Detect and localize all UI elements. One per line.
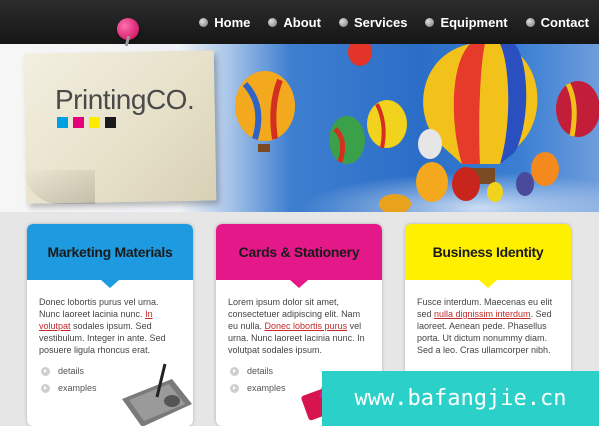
swatch-black [105,117,116,128]
link-label: examples [58,383,97,393]
nav-bullet-icon [425,17,435,27]
cmyk-swatches [57,117,116,128]
card-links: details examples [41,366,97,400]
balloon-small-white [418,129,442,159]
balloon-mid [416,162,448,202]
balloon-large [423,44,538,184]
card-title: Marketing Materials [47,244,173,260]
card-links: details examples [230,366,286,400]
balloon-bottom [379,194,411,212]
balloon-top [348,44,372,66]
watermark-text: www.bafangjie.cn [354,386,567,411]
card-header: Business Identity [405,224,571,288]
link-label: details [247,366,274,376]
card-header: Marketing Materials [27,224,193,288]
balloon-green [329,116,365,164]
nav-label: Contact [540,14,589,30]
examples-link[interactable]: examples [230,383,286,393]
nav-bullet-icon [268,17,278,27]
link-label: examples [247,383,286,393]
card-inline-link[interactable]: nulla dignissim interdum [434,309,531,319]
card-header-pointer [290,280,308,288]
nav-bullet-icon [525,17,535,27]
watermark-banner: www.bafangjie.cn [322,371,599,426]
balloon-left [235,71,295,152]
details-link[interactable]: details [230,366,286,376]
arrow-bullet-icon [41,383,50,393]
arrow-bullet-icon [41,366,50,376]
logo-suffix-text: CO. [145,84,195,115]
card-header: Cards & Stationery [216,224,382,288]
swatch-yellow [89,117,100,128]
nav-item-services[interactable]: Services [338,14,408,30]
link-label: details [58,366,85,376]
balloon-tiny-yellow [487,182,503,202]
site-logo[interactable]: PrintingCO. [55,84,195,116]
card-text-part: Donec lobortis purus vel urna. Nunc laor… [39,297,159,319]
top-bar: Home About Services Equipment Contact [0,0,599,44]
card-inline-link[interactable]: Donec lobortis purus [265,321,348,331]
nav-label: Services [353,14,408,30]
main-nav: Home About Services Equipment Contact [181,0,589,44]
nav-item-about[interactable]: About [268,15,321,30]
nav-bullet-icon [338,17,348,27]
nav-label: About [283,14,321,30]
logo-main-text: Printing [55,84,146,115]
arrow-bullet-icon [230,366,239,376]
balloon-right [556,81,599,137]
swatch-magenta [73,117,84,128]
details-link[interactable]: details [41,366,97,376]
service-card-marketing: Marketing Materials Donec lobortis purus… [27,224,193,426]
nav-label: Home [214,14,251,30]
card-title: Business Identity [432,244,544,260]
balloon-red [452,167,480,201]
nav-item-home[interactable]: Home [199,15,250,30]
nav-item-contact[interactable]: Contact [525,14,589,30]
arrow-bullet-icon [230,383,239,393]
card-text: Fusce interdum. Maecenas eu elit sed nul… [405,280,571,356]
card-header-pointer [101,280,119,288]
balloon-yellow [367,100,407,148]
graphics-tablet-image [122,363,192,426]
examples-link[interactable]: examples [41,383,97,393]
nav-bullet-icon [199,17,209,27]
balloon-orange [531,152,559,186]
card-text: Lorem ipsum dolor sit amet, consectetuer… [216,280,382,356]
swatch-cyan [57,117,68,128]
card-header-pointer [479,280,497,288]
nav-item-equipment[interactable]: Equipment [425,14,508,30]
card-title: Cards & Stationery [238,244,360,260]
balloon-tiny [516,172,534,196]
card-text: Donec lobortis purus vel urna. Nunc laor… [27,280,193,356]
nav-label: Equipment [440,14,508,30]
